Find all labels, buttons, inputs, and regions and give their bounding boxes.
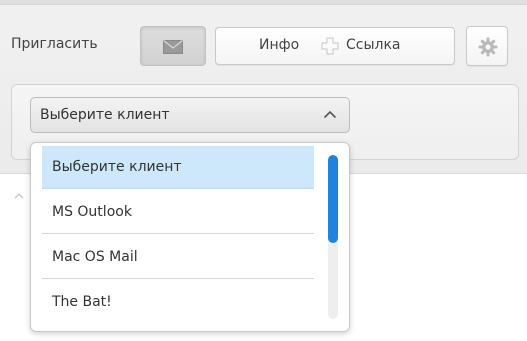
settings-button[interactable] bbox=[466, 26, 508, 66]
chevron-up-icon bbox=[14, 193, 24, 199]
client-select-value: Выберите клиент bbox=[40, 107, 170, 123]
email-invite-button[interactable] bbox=[140, 26, 206, 66]
top-border bbox=[0, 0, 527, 5]
invite-label: Пригласить bbox=[11, 36, 98, 52]
client-dropdown-list: Выберите клиент MS Outlook Mac OS Mail T… bbox=[30, 142, 350, 332]
chevron-up-icon bbox=[323, 110, 337, 119]
option-label: Выберите клиент bbox=[52, 159, 182, 175]
gear-icon bbox=[478, 37, 498, 57]
envelope-icon bbox=[163, 40, 183, 54]
option-label: The Bat! bbox=[52, 294, 112, 310]
plus-icon bbox=[321, 37, 339, 55]
dropdown-option[interactable]: The Bat! bbox=[42, 281, 314, 324]
dropdown-option[interactable]: Mac OS Mail bbox=[42, 236, 314, 279]
dropdown-option[interactable]: MS Outlook bbox=[42, 191, 314, 234]
option-label: Mac OS Mail bbox=[52, 249, 138, 265]
info-link-button-group: Инфо Ссылка bbox=[215, 27, 455, 65]
scrollbar-thumb[interactable] bbox=[328, 155, 338, 243]
client-select[interactable]: Выберите клиент bbox=[30, 97, 350, 133]
link-button[interactable]: Ссылка bbox=[346, 37, 401, 53]
dropdown-option[interactable]: Выберите клиент bbox=[42, 146, 314, 189]
option-label: MS Outlook bbox=[52, 204, 132, 220]
info-button[interactable]: Инфо bbox=[259, 37, 299, 53]
